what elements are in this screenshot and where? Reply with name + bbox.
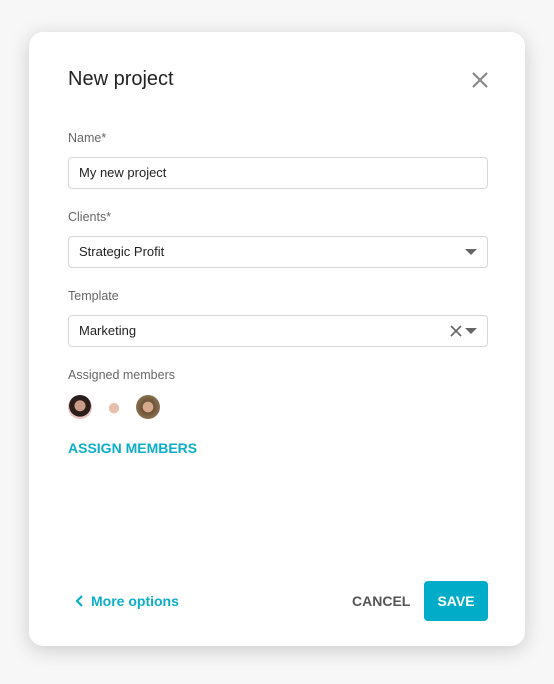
save-button[interactable]: SAVE [424,581,488,621]
new-project-dialog: New project Name* My new project Clients… [29,32,525,646]
close-icon[interactable] [469,69,491,91]
member-avatars [68,395,160,419]
chevron-down-icon [465,249,477,255]
chevron-left-icon [75,595,83,607]
more-options-label: More options [91,593,179,609]
template-label: Template [68,289,119,303]
cancel-button[interactable]: CANCEL [352,593,410,609]
dialog-title: New project [68,68,174,90]
clients-label: Clients* [68,210,112,224]
template-select[interactable]: Marketing [68,315,488,347]
name-label: Name* [68,131,107,145]
more-options-button[interactable]: More options [75,593,179,609]
clear-icon[interactable] [449,324,463,338]
avatar[interactable] [136,395,160,419]
members-label: Assigned members [68,368,175,382]
chevron-down-icon [465,328,477,334]
assign-members-button[interactable]: ASSIGN MEMBERS [68,440,197,456]
avatar[interactable] [68,395,92,419]
avatar[interactable] [102,395,126,419]
clients-value: Strategic Profit [79,244,165,259]
template-value: Marketing [79,323,137,338]
name-value: My new project [79,165,167,180]
name-input[interactable]: My new project [68,157,488,189]
clients-select[interactable]: Strategic Profit [68,236,488,268]
